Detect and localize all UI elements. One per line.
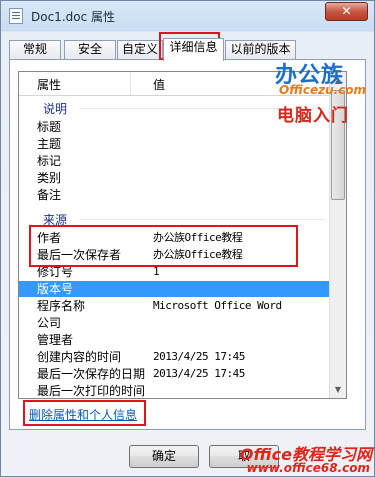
property-name: 版本号: [37, 282, 74, 296]
group-label: 说明: [43, 102, 68, 116]
list-item[interactable]: 类别: [19, 170, 331, 186]
group-origin: 来源: [19, 210, 331, 227]
scroll-down-arrow-icon[interactable]: ▼: [330, 381, 346, 398]
tab-custom[interactable]: 自定义: [117, 40, 163, 59]
property-name: 创建内容的时间: [37, 350, 122, 364]
highlight-box-author: [29, 225, 298, 267]
column-value[interactable]: 值: [153, 76, 165, 93]
highlight-box-link: [23, 400, 146, 426]
property-name: 主题: [37, 137, 62, 151]
tab-security[interactable]: 安全: [64, 40, 116, 59]
property-name: 标记: [37, 154, 62, 168]
group-divider: [79, 219, 325, 220]
title-bar[interactable]: Doc1.doc 属性 ✕: [1, 1, 374, 31]
list-item[interactable]: 最后一次保存的日期 2013/4/25 17:45: [19, 366, 331, 382]
property-value[interactable]: 2013/4/25 17:45: [153, 349, 245, 365]
close-button[interactable]: ✕: [325, 2, 368, 21]
window-title: Doc1.doc 属性: [31, 10, 116, 24]
office68-watermark: Office教程学习网 www.office68.com: [239, 445, 372, 475]
property-name: 类别: [37, 171, 62, 185]
list-item[interactable]: 标记: [19, 153, 331, 169]
ok-button[interactable]: 确定: [129, 445, 199, 468]
property-name: 标题: [37, 120, 62, 134]
list-item[interactable]: 公司: [19, 315, 331, 331]
column-divider[interactable]: [130, 72, 131, 95]
document-icon: [9, 8, 23, 24]
tab-general[interactable]: 常规: [9, 40, 61, 59]
property-name: 最后一次打印的时间: [37, 384, 146, 398]
property-name: 最后一次保存的日期: [37, 367, 146, 381]
list-item[interactable]: 管理者: [19, 332, 331, 348]
property-name: 备注: [37, 188, 62, 202]
property-name: 管理者: [37, 333, 74, 347]
list-item[interactable]: 创建内容的时间 2013/4/25 17:45: [19, 349, 331, 365]
column-property[interactable]: 属性: [37, 76, 61, 93]
list-item[interactable]: 最后一次打印的时间: [19, 383, 331, 398]
list-item[interactable]: 程序名称 Microsoft Office Word: [19, 298, 331, 314]
property-name: 公司: [37, 316, 62, 330]
property-name: 程序名称: [37, 299, 86, 313]
list-item-selected[interactable]: 版本号: [19, 281, 331, 297]
property-value[interactable]: 2013/4/25 17:45: [153, 366, 245, 382]
properties-window: Doc1.doc 属性 ✕ 常规 安全 自定义 详细信息 以前的版本 属性 值 …: [0, 0, 375, 477]
tab-details[interactable]: 详细信息: [163, 38, 224, 61]
list-item[interactable]: 主题: [19, 136, 331, 152]
property-value[interactable]: Microsoft Office Word: [153, 298, 282, 314]
list-item[interactable]: 备注: [19, 187, 331, 203]
officezu-watermark-logo: 办公族 Officezu.com 电脑入门: [275, 63, 367, 126]
